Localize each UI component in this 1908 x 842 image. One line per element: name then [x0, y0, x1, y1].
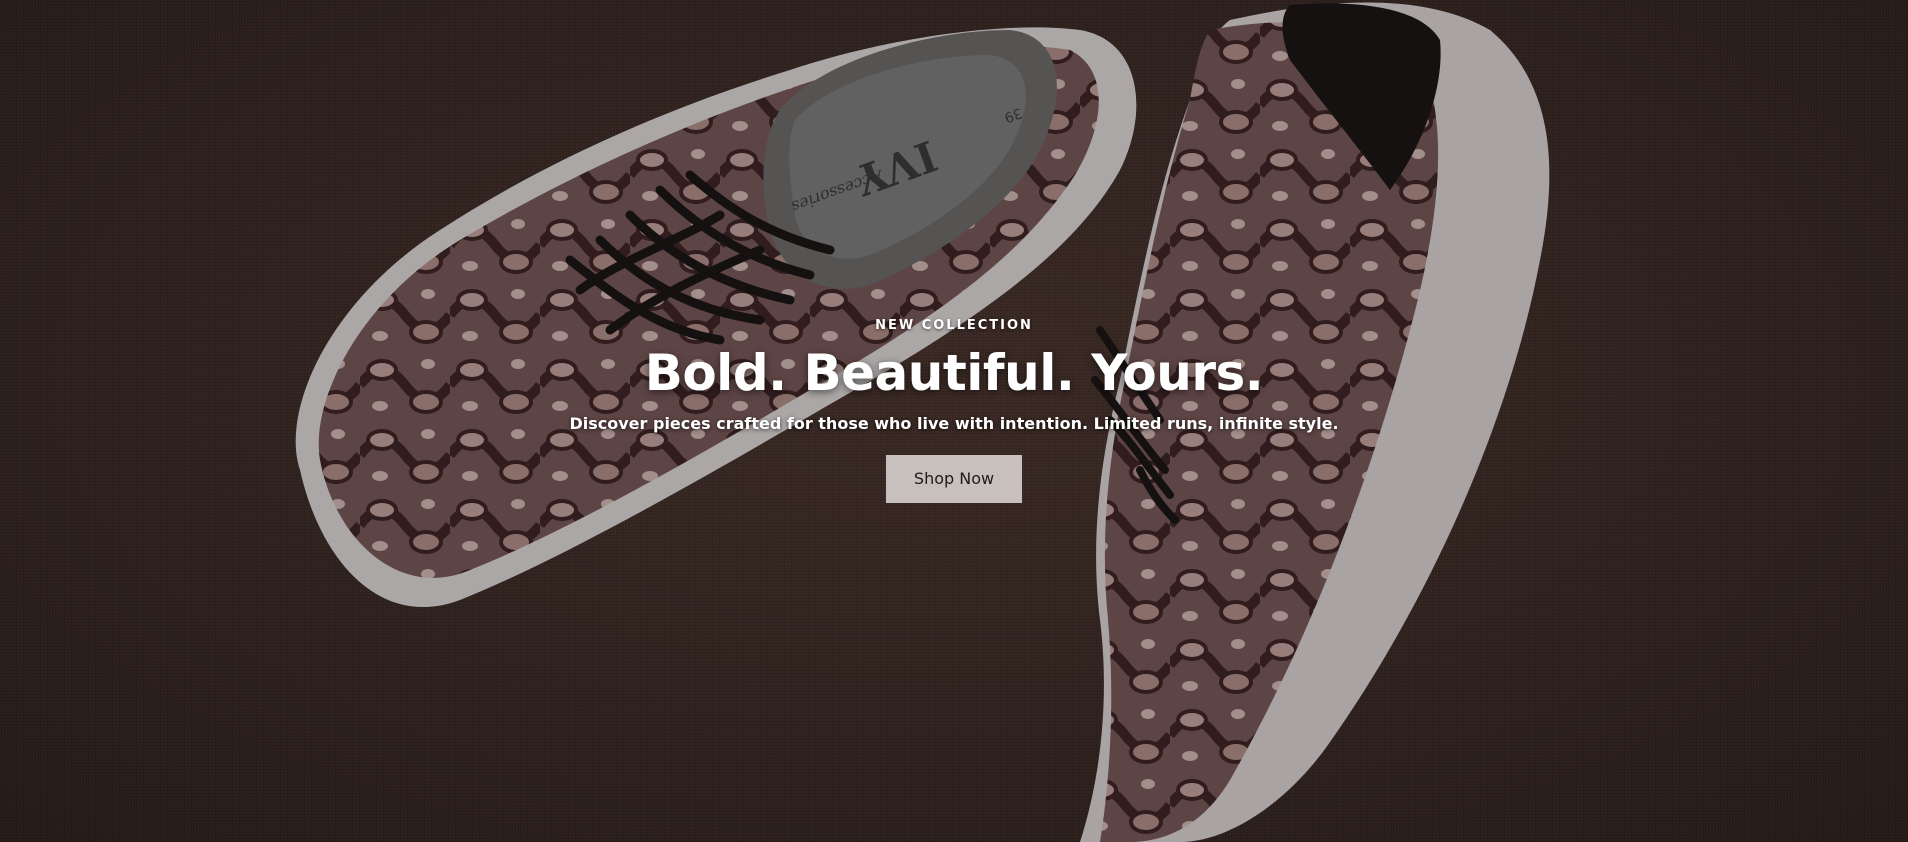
shop-now-button[interactable]: Shop Now: [886, 454, 1022, 503]
hero-eyebrow: NEW COLLECTION: [875, 318, 1033, 333]
hero-banner: IVY Accessories 39 NEW COLLECTION Bold. …: [0, 0, 1908, 842]
hero-content: NEW COLLECTION Bold. Beautiful. Yours. D…: [0, 318, 1908, 503]
hero-headline: Bold. Beautiful. Yours.: [644, 344, 1264, 402]
hero-subhead: Discover pieces crafted for those who li…: [569, 413, 1339, 433]
